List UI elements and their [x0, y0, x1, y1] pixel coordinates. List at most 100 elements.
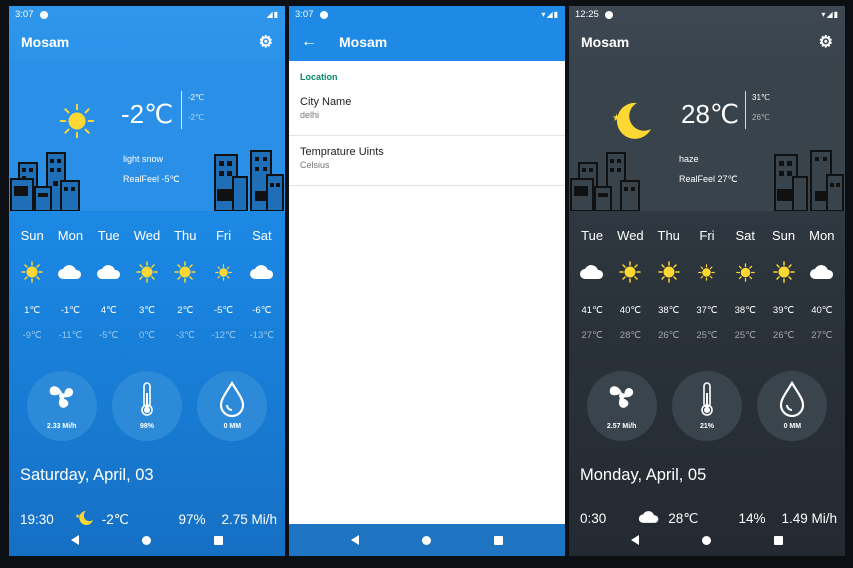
sun-icon — [766, 261, 802, 283]
sun-icon — [129, 261, 165, 283]
recents-nav-icon[interactable] — [494, 535, 504, 545]
sun-icon — [612, 261, 648, 283]
realfeel-text: RealFeel -5℃ — [123, 174, 180, 184]
svg-text:★: ★ — [612, 113, 621, 124]
nav-bar — [569, 524, 845, 556]
condition-text: haze — [679, 154, 699, 164]
low-temp: 26℃ — [658, 330, 680, 341]
realfeel-text: RealFeel 27℃ — [679, 174, 738, 184]
wind-gauge: 2.57 Mi/h — [586, 371, 657, 441]
condition-block: light snow RealFeel -5℃ — [123, 149, 180, 189]
fan-icon — [609, 386, 633, 408]
recents-nav-icon[interactable] — [774, 535, 784, 545]
high-temp: 38℃ — [658, 305, 680, 316]
app-bar: Mosam ⚙ — [569, 23, 845, 61]
signal-battery-icon: ▾◢▮ — [541, 10, 559, 19]
date-heading: Monday, April, 05 — [580, 466, 707, 484]
status-bar: 3:07 ▾◢▮ — [289, 6, 565, 23]
current-weather-panel: -2℃ -2℃ -2℃ light snow RealFeel -5℃ — [9, 61, 285, 211]
app-title: Mosam — [21, 34, 70, 50]
app-bar: Mosam ⚙ — [9, 23, 285, 61]
app-notification-icon — [604, 10, 613, 19]
arrow-back-icon[interactable]: ← — [301, 33, 317, 51]
thermometer-icon — [701, 382, 713, 416]
high-temp: 37℃ — [696, 305, 718, 316]
high-temp: -2℃ — [188, 93, 205, 102]
sun-icon — [14, 261, 50, 283]
low-temp: -12℃ — [211, 330, 236, 341]
app-title: Mosam — [581, 34, 630, 50]
condition-block: haze RealFeel 27℃ — [679, 149, 738, 189]
signal-battery-icon: ▾◢▮ — [821, 10, 839, 19]
weather-screen-dark: 12:25 ▾◢▮ Mosam ⚙ ★ ★ 28℃ 31℃ 26℃ haze R… — [569, 6, 845, 556]
current-weather-panel: ★ ★ 28℃ 31℃ 26℃ haze RealFeel 27℃ — [569, 61, 845, 211]
nav-bar — [289, 524, 565, 556]
gear-icon[interactable]: ⚙ — [259, 32, 273, 52]
back-nav-icon[interactable] — [70, 535, 79, 545]
gear-icon[interactable]: ⚙ — [819, 32, 833, 52]
sun-icon — [59, 103, 95, 139]
low-temp: -9℃ — [22, 330, 42, 341]
app-notification-icon — [39, 10, 48, 19]
low-temp: 25℃ — [734, 330, 756, 341]
day-label: Thu — [657, 228, 680, 243]
high-temp: 38℃ — [734, 305, 756, 316]
gauges: 2.33 Mi/h 98% 0 MM — [9, 371, 285, 441]
high-temp: 41℃ — [581, 305, 603, 316]
home-nav-icon[interactable] — [141, 535, 151, 545]
back-nav-icon[interactable] — [350, 535, 359, 545]
wind-value: 2.57 Mi/h — [606, 423, 637, 430]
cloud-icon — [804, 261, 840, 283]
low-temp: -13℃ — [249, 330, 275, 341]
day-label: Wed — [133, 228, 161, 243]
rain-gauge: 0 MM — [197, 371, 268, 441]
low-temp: -5℃ — [99, 330, 119, 341]
high-temp: 40℃ — [811, 305, 833, 316]
temperature-units-preference[interactable]: Temprature Uints Celsius — [289, 136, 565, 186]
wind-value: 2.33 Mi/h — [46, 423, 77, 430]
rain-value: 0 MM — [223, 423, 242, 430]
back-nav-icon[interactable] — [630, 535, 639, 545]
humidity-value: 21% — [699, 423, 714, 430]
city-name-preference[interactable]: City Name delhi — [289, 86, 565, 136]
city-buildings-icon — [774, 150, 844, 211]
moon-icon: ★ ★ — [612, 102, 651, 139]
sun-icon — [651, 261, 687, 283]
city-buildings-icon — [10, 152, 80, 211]
current-temperature: 28℃ — [681, 99, 740, 129]
settings-screen: 3:07 ▾◢▮ ← Mosam Location City Name delh… — [289, 6, 565, 556]
high-temp: 4℃ — [100, 305, 117, 316]
low-temp: 26℃ — [772, 330, 795, 341]
day-label: Sat — [735, 228, 756, 243]
svg-text:★: ★ — [75, 513, 80, 520]
nav-bar — [9, 524, 285, 556]
high-temp: 2℃ — [177, 305, 194, 316]
status-bar: 3:07 ◢▮ — [9, 6, 285, 23]
rain-value: 0 MM — [783, 423, 802, 430]
condition-text: light snow — [123, 154, 164, 164]
home-nav-icon[interactable] — [421, 535, 431, 545]
high-low: 31℃ 26℃ — [745, 91, 770, 129]
sun-icon — [727, 261, 763, 283]
water-drop-icon — [220, 381, 245, 417]
pref-value: delhi — [300, 110, 320, 120]
cloud-icon — [244, 261, 280, 283]
status-bar: 12:25 ▾◢▮ — [569, 6, 845, 23]
high-temp: -5℃ — [213, 305, 234, 316]
day-label: Mon — [57, 228, 84, 243]
high-temp: 40℃ — [619, 305, 642, 316]
sun-icon — [689, 261, 725, 283]
rain-gauge: 0 MM — [757, 371, 828, 441]
humidity-gauge: 21% — [671, 371, 742, 441]
forecast-days: Tue Wed Thu Fri Sat Sun Mon — [569, 228, 845, 243]
cloud-icon — [574, 261, 610, 283]
wind-gauge: 2.33 Mi/h — [26, 371, 97, 441]
recents-nav-icon[interactable] — [214, 535, 224, 545]
section-header: Location — [300, 72, 338, 82]
cloud-icon — [52, 261, 88, 283]
low-temp: 28℃ — [619, 330, 642, 341]
home-nav-icon[interactable] — [701, 535, 711, 545]
cloud-icon — [91, 261, 127, 283]
day-label: Mon — [809, 228, 835, 243]
day-label: Thu — [174, 228, 197, 243]
